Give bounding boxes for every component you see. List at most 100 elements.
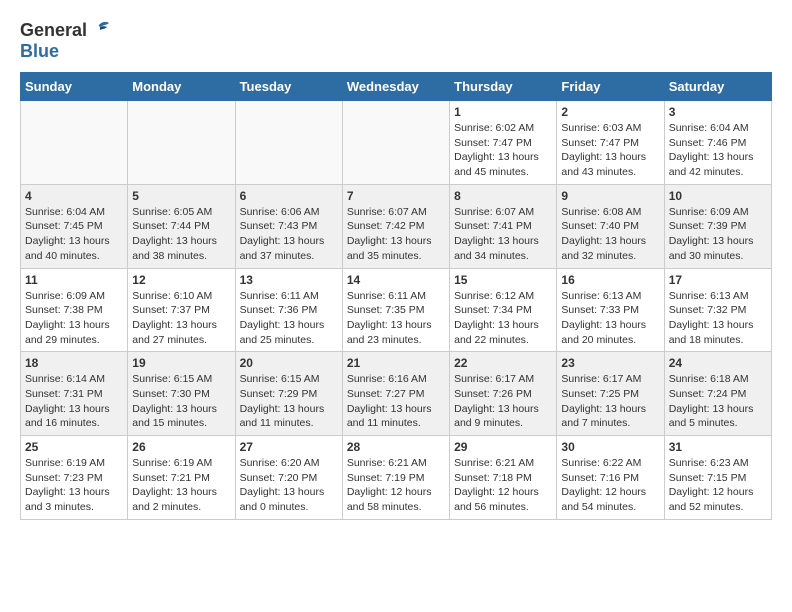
sunrise-label: Sunrise: 6:21 AM (347, 457, 427, 469)
daylight-label: Daylight: 13 hours and 45 minutes. (454, 151, 539, 178)
calendar-cell: 19Sunrise: 6:15 AMSunset: 7:30 PMDayligh… (128, 352, 235, 436)
day-number: 3 (669, 105, 767, 119)
sunset-label: Sunset: 7:34 PM (454, 304, 532, 316)
sunset-label: Sunset: 7:15 PM (669, 472, 747, 484)
daylight-label: Daylight: 13 hours and 20 minutes. (561, 319, 646, 346)
sunset-label: Sunset: 7:31 PM (25, 388, 103, 400)
sunrise-label: Sunrise: 6:22 AM (561, 457, 641, 469)
day-number: 7 (347, 189, 445, 203)
sunset-label: Sunset: 7:43 PM (240, 220, 318, 232)
sunset-label: Sunset: 7:36 PM (240, 304, 318, 316)
weekday-header-tuesday: Tuesday (235, 73, 342, 101)
cell-info: Sunrise: 6:07 AMSunset: 7:42 PMDaylight:… (347, 205, 445, 264)
daylight-label: Daylight: 13 hours and 29 minutes. (25, 319, 110, 346)
calendar-cell: 6 Sunrise: 6:06 AMSunset: 7:43 PMDaylight… (235, 184, 342, 268)
day-number: 29 (454, 440, 552, 454)
calendar-cell: 4Sunrise: 6:04 AMSunset: 7:45 PMDaylight… (21, 184, 128, 268)
sunrise-label: Sunrise: 6:07 AM (347, 206, 427, 218)
daylight-label: Daylight: 13 hours and 15 minutes. (132, 403, 217, 430)
sunrise-label: Sunrise: 6:13 AM (561, 290, 641, 302)
day-number: 15 (454, 273, 552, 287)
calendar-cell: 15 Sunrise: 6:12 AMSunset: 7:34 PMDayligh… (450, 268, 557, 352)
cell-info: Sunrise: 6:16 AMSunset: 7:27 PMDaylight:… (347, 372, 445, 431)
day-number: 1 (454, 105, 552, 119)
calendar-cell: 11Sunrise: 6:09 AMSunset: 7:38 PMDayligh… (21, 268, 128, 352)
daylight-label: Daylight: 13 hours and 11 minutes. (240, 403, 325, 430)
sunset-label: Sunset: 7:37 PM (132, 304, 210, 316)
sunrise-label: Sunrise: 6:11 AM (240, 290, 319, 302)
daylight-label: Daylight: 13 hours and 3 minutes. (25, 486, 110, 513)
calendar-cell: 23Sunrise: 6:17 AMSunset: 7:25 PMDayligh… (557, 352, 664, 436)
sunset-label: Sunset: 7:19 PM (347, 472, 425, 484)
logo-bird-icon (89, 21, 111, 41)
calendar-cell: 22Sunrise: 6:17 AMSunset: 7:26 PMDayligh… (450, 352, 557, 436)
sunrise-label: Sunrise: 6:15 AM (240, 373, 320, 385)
logo-blue-text: Blue (20, 41, 59, 61)
cell-info: Sunrise: 6:06 AMSunset: 7:43 PMDaylight:… (240, 205, 338, 264)
day-number: 5 (132, 189, 230, 203)
day-number: 11 (25, 273, 123, 287)
sunrise-label: Sunrise: 6:09 AM (25, 290, 105, 302)
cell-info: Sunrise: 6:05 AMSunset: 7:44 PMDaylight:… (132, 205, 230, 264)
daylight-label: Daylight: 13 hours and 38 minutes. (132, 235, 217, 262)
daylight-label: Daylight: 13 hours and 11 minutes. (347, 403, 432, 430)
cell-info: Sunrise: 6:14 AMSunset: 7:31 PMDaylight:… (25, 372, 123, 431)
sunset-label: Sunset: 7:25 PM (561, 388, 639, 400)
calendar-week-row: 11Sunrise: 6:09 AMSunset: 7:38 PMDayligh… (21, 268, 772, 352)
sunset-label: Sunset: 7:47 PM (454, 137, 532, 149)
calendar-cell: 30Sunrise: 6:22 AMSunset: 7:16 PMDayligh… (557, 436, 664, 520)
cell-info: Sunrise: 6:12 AMSunset: 7:34 PMDaylight:… (454, 289, 552, 348)
sunset-label: Sunset: 7:45 PM (25, 220, 103, 232)
sunrise-label: Sunrise: 6:02 AM (454, 122, 534, 134)
daylight-label: Daylight: 13 hours and 2 minutes. (132, 486, 217, 513)
cell-info: Sunrise: 6:21 AMSunset: 7:18 PMDaylight:… (454, 456, 552, 515)
sunrise-label: Sunrise: 6:08 AM (561, 206, 641, 218)
day-number: 21 (347, 356, 445, 370)
sunrise-label: Sunrise: 6:19 AM (25, 457, 105, 469)
weekday-header-monday: Monday (128, 73, 235, 101)
daylight-label: Daylight: 13 hours and 35 minutes. (347, 235, 432, 262)
sunrise-label: Sunrise: 6:21 AM (454, 457, 534, 469)
calendar-cell: 16Sunrise: 6:13 AMSunset: 7:33 PMDayligh… (557, 268, 664, 352)
calendar-table: SundayMondayTuesdayWednesdayThursdayFrid… (20, 72, 772, 520)
daylight-label: Daylight: 13 hours and 5 minutes. (669, 403, 754, 430)
daylight-label: Daylight: 13 hours and 37 minutes. (240, 235, 325, 262)
calendar-cell: 14Sunrise: 6:11 AMSunset: 7:35 PMDayligh… (342, 268, 449, 352)
calendar-cell: 3 Sunrise: 6:04 AMSunset: 7:46 PMDaylight… (664, 101, 771, 185)
day-number: 14 (347, 273, 445, 287)
cell-info: Sunrise: 6:19 AMSunset: 7:21 PMDaylight:… (132, 456, 230, 515)
logo-general-text: General (20, 20, 87, 41)
calendar-cell: 29 Sunrise: 6:21 AMSunset: 7:18 PMDayligh… (450, 436, 557, 520)
daylight-label: Daylight: 13 hours and 23 minutes. (347, 319, 432, 346)
day-number: 28 (347, 440, 445, 454)
calendar-cell: 26Sunrise: 6:19 AMSunset: 7:21 PMDayligh… (128, 436, 235, 520)
day-number: 8 (454, 189, 552, 203)
sunrise-label: Sunrise: 6:03 AM (561, 122, 641, 134)
sunrise-label: Sunrise: 6:18 AM (669, 373, 749, 385)
calendar-cell: 20Sunrise: 6:15 AMSunset: 7:29 PMDayligh… (235, 352, 342, 436)
calendar-cell: 1 Sunrise: 6:02 AM Sunset: 7:47 PM Daylight… (450, 101, 557, 185)
day-number: 4 (25, 189, 123, 203)
day-number: 6 (240, 189, 338, 203)
calendar-cell: 5 Sunrise: 6:05 AMSunset: 7:44 PMDaylight… (128, 184, 235, 268)
calendar-cell: 7 Sunrise: 6:07 AMSunset: 7:42 PMDaylight… (342, 184, 449, 268)
daylight-label: Daylight: 13 hours and 42 minutes. (669, 151, 754, 178)
sunset-label: Sunset: 7:35 PM (347, 304, 425, 316)
daylight-label: Daylight: 13 hours and 7 minutes. (561, 403, 646, 430)
day-number: 18 (25, 356, 123, 370)
sunrise-label: Sunrise: 6:07 AM (454, 206, 534, 218)
daylight-label: Daylight: 13 hours and 32 minutes. (561, 235, 646, 262)
cell-info: Sunrise: 6:11 AMSunset: 7:36 PMDaylight:… (240, 289, 338, 348)
day-number: 19 (132, 356, 230, 370)
weekday-header-thursday: Thursday (450, 73, 557, 101)
cell-info: Sunrise: 6:04 AMSunset: 7:46 PMDaylight:… (669, 121, 767, 180)
weekday-header-row: SundayMondayTuesdayWednesdayThursdayFrid… (21, 73, 772, 101)
daylight-label: Daylight: 13 hours and 40 minutes. (25, 235, 110, 262)
cell-info: Sunrise: 6:22 AMSunset: 7:16 PMDaylight:… (561, 456, 659, 515)
cell-info: Sunrise: 6:17 AMSunset: 7:26 PMDaylight:… (454, 372, 552, 431)
cell-info: Sunrise: 6:13 AMSunset: 7:32 PMDaylight:… (669, 289, 767, 348)
sunset-label: Sunset: 7:39 PM (669, 220, 747, 232)
day-number: 13 (240, 273, 338, 287)
sunset-label: Sunset: 7:30 PM (132, 388, 210, 400)
sunset-label: Sunset: 7:44 PM (132, 220, 210, 232)
